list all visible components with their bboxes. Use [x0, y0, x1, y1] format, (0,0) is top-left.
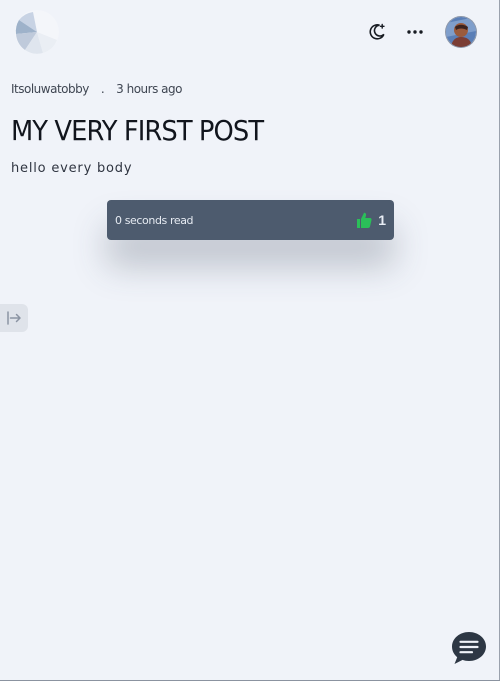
read-time: 0 seconds read [115, 213, 194, 227]
avatar-image [446, 17, 476, 47]
moon-icon[interactable] [364, 19, 390, 45]
more-horizontal-icon[interactable] [402, 19, 428, 45]
post-meta: Itsoluwatobby . 3 hours ago [11, 82, 182, 96]
post-page: Itsoluwatobby . 3 hours ago MY VERY FIRS… [0, 0, 500, 681]
user-avatar[interactable] [446, 17, 476, 47]
header-actions [364, 14, 476, 50]
like-count: 1 [378, 212, 386, 228]
like-button[interactable]: 1 [356, 211, 386, 229]
post-stats-bar: 0 seconds read 1 [107, 200, 394, 240]
author-name[interactable]: Itsoluwatobby [11, 82, 89, 96]
top-header [0, 0, 500, 64]
post-body: hello every body [11, 161, 133, 176]
chat-icon [452, 632, 486, 664]
post-timestamp: 3 hours ago [116, 82, 182, 96]
meta-separator: . [100, 82, 105, 96]
post-title: MY VERY FIRST POST [11, 114, 264, 147]
app-logo[interactable] [15, 10, 59, 54]
chat-button[interactable] [450, 629, 488, 667]
thumbs-up-icon [357, 212, 372, 228]
logo-icon [15, 10, 59, 54]
sidebar-toggle-button[interactable] [0, 304, 28, 332]
arrow-right-to-line-icon [7, 311, 21, 325]
